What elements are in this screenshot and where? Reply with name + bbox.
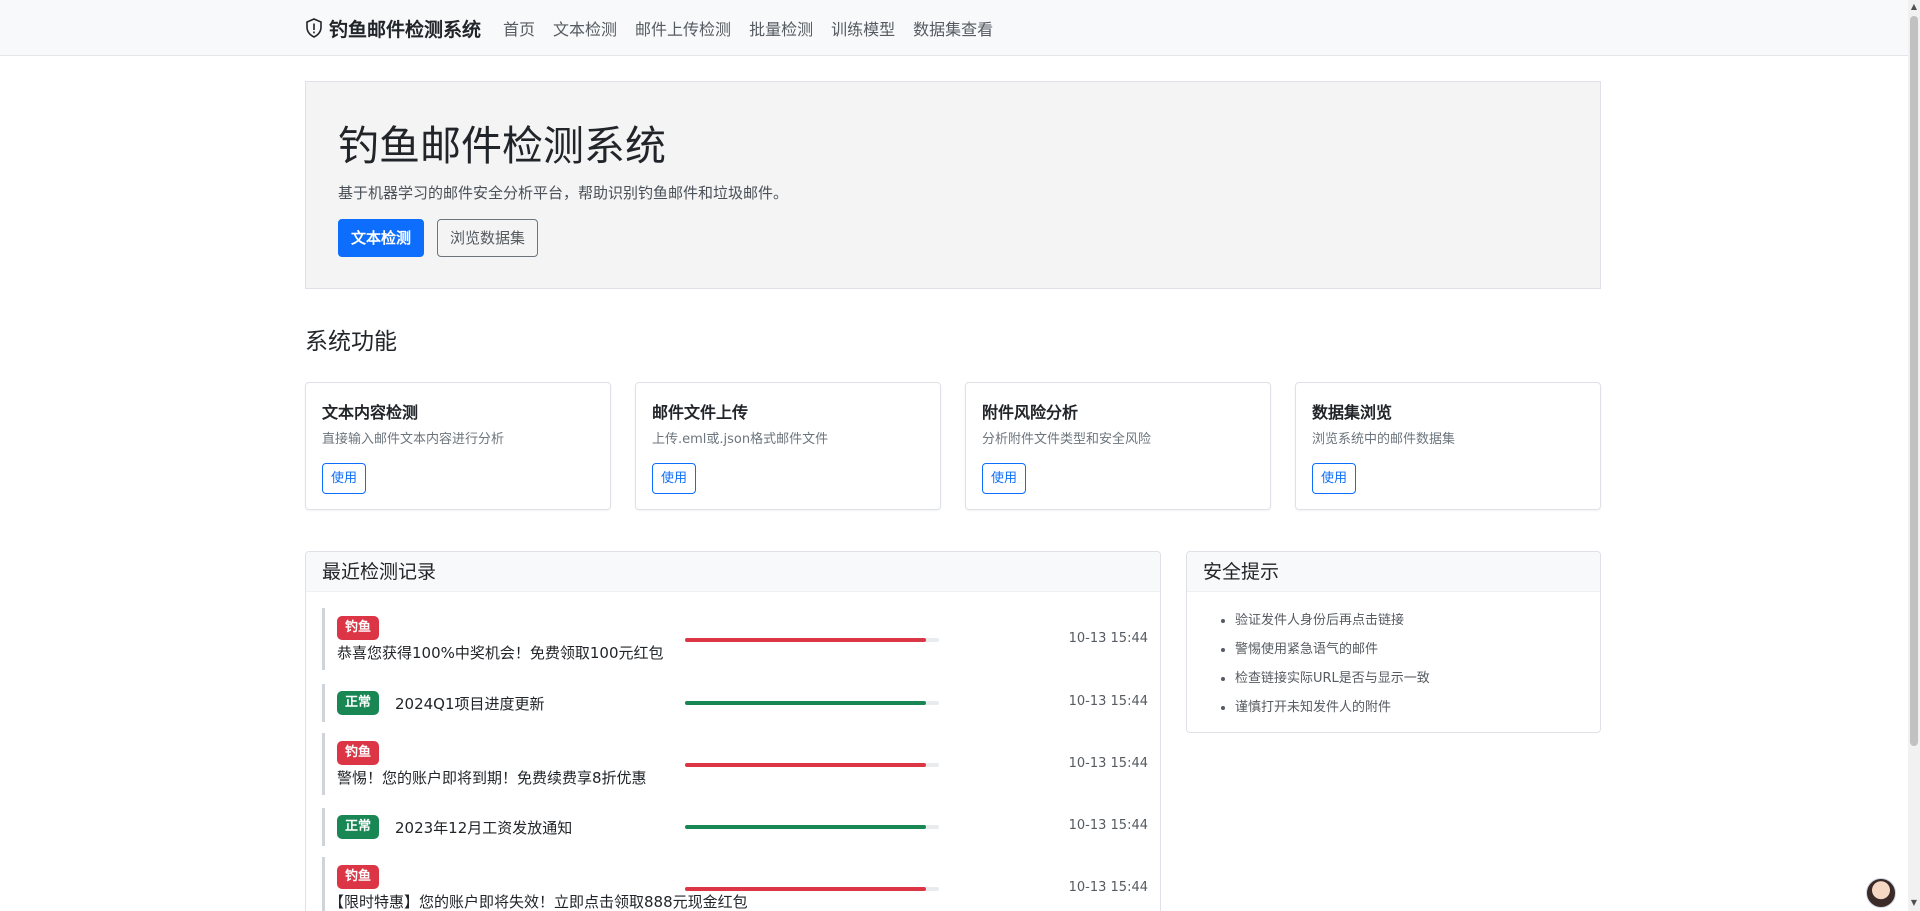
nav-train-model[interactable]: 训练模型 xyxy=(831,16,895,40)
tip-item: 谨慎打开未知发件人的附件 xyxy=(1235,696,1430,725)
security-tips-panel: 安全提示 验证发件人身份后再点击链接 警惕使用紧急语气的邮件 检查链接实际URL… xyxy=(1186,551,1601,733)
phishing-badge: 钓鱼 xyxy=(337,616,380,640)
record-item[interactable]: 钓鱼 警惕！您的账户即将到期！免费续费享8折优惠 10-13 15:44 xyxy=(322,733,1148,795)
hero-title: 钓鱼邮件检测系统 xyxy=(338,122,666,170)
feature-card-text: 文本内容检测 直接输入邮件文本内容进行分析 使用 xyxy=(305,382,611,510)
nav-home[interactable]: 首页 xyxy=(503,16,535,40)
brand-link[interactable]: 钓鱼邮件检测系统 xyxy=(305,15,481,42)
scroll-up-arrow-icon[interactable]: ▲ xyxy=(1909,2,1919,11)
confidence-bar xyxy=(685,887,939,891)
normal-badge: 正常 xyxy=(337,691,380,715)
use-dataset-button[interactable]: 使用 xyxy=(1312,463,1357,494)
record-item[interactable]: 正常 2024Q1项目进度更新 10-13 15:44 xyxy=(322,684,1148,722)
tip-item: 检查链接实际URL是否与显示一致 xyxy=(1235,667,1430,696)
feature-card-desc: 直接输入邮件文本内容进行分析 xyxy=(322,432,505,447)
use-attachment-button[interactable]: 使用 xyxy=(982,463,1027,494)
record-item[interactable]: 钓鱼 【限时特惠】您的账户即将失效！立即点击领取888元现金红包 10-13 1… xyxy=(322,857,1148,911)
record-time: 10-13 15:44 xyxy=(1068,631,1148,646)
record-time: 10-13 15:44 xyxy=(1068,880,1148,895)
record-time: 10-13 15:44 xyxy=(1068,818,1148,833)
use-text-detect-button[interactable]: 使用 xyxy=(322,463,367,494)
feature-card-attachment: 附件风险分析 分析附件文件类型和安全风险 使用 xyxy=(965,382,1271,510)
navbar-inner: 钓鱼邮件检测系统 首页 文本检测 邮件上传检测 批量检测 训练模型 数据集查看 xyxy=(305,0,1011,56)
hero-jumbotron: 钓鱼邮件检测系统 基于机器学习的邮件安全分析平台，帮助识别钓鱼邮件和垃圾邮件。 … xyxy=(305,81,1601,289)
navbar: 钓鱼邮件检测系统 首页 文本检测 邮件上传检测 批量检测 训练模型 数据集查看 xyxy=(0,0,1908,56)
record-item[interactable]: 钓鱼 恭喜您获得100%中奖机会！免费领取100元红包 10-13 15:44 xyxy=(322,608,1148,670)
feature-card-title: 邮件文件上传 xyxy=(652,403,749,422)
feature-card-title: 数据集浏览 xyxy=(1312,403,1393,422)
feature-card-desc: 浏览系统中的邮件数据集 xyxy=(1312,432,1456,447)
record-subject: 2024Q1项目进度更新 xyxy=(395,695,545,713)
scrollbar-thumb[interactable] xyxy=(1910,16,1918,746)
confidence-bar-fill xyxy=(685,887,927,891)
confidence-bar xyxy=(685,638,939,642)
tip-item: 验证发件人身份后再点击链接 xyxy=(1235,609,1430,638)
feature-card-desc: 分析附件文件类型和安全风险 xyxy=(982,432,1152,447)
nav-batch-detect[interactable]: 批量检测 xyxy=(749,16,813,40)
record-subject: 2023年12月工资发放通知 xyxy=(395,819,573,837)
tip-item: 警惕使用紧急语气的邮件 xyxy=(1235,638,1430,667)
browse-dataset-button[interactable]: 浏览数据集 xyxy=(437,219,539,257)
security-tips-title: 安全提示 xyxy=(1187,552,1600,592)
nav-dataset-view[interactable]: 数据集查看 xyxy=(913,16,993,40)
recent-records-panel: 最近检测记录 钓鱼 恭喜您获得100%中奖机会！免费领取100元红包 10-13… xyxy=(305,551,1161,911)
features-title: 系统功能 xyxy=(305,329,397,355)
hero-subtitle: 基于机器学习的邮件安全分析平台，帮助识别钓鱼邮件和垃圾邮件。 xyxy=(338,184,789,202)
record-time: 10-13 15:44 xyxy=(1068,756,1148,771)
feature-card-title: 文本内容检测 xyxy=(322,403,419,422)
nav-text-detect[interactable]: 文本检测 xyxy=(553,16,617,40)
normal-badge: 正常 xyxy=(337,815,380,839)
scroll-down-arrow-icon[interactable]: ▼ xyxy=(1909,898,1919,907)
confidence-bar-fill xyxy=(685,763,927,767)
text-detect-button[interactable]: 文本检测 xyxy=(338,219,425,257)
feature-card-upload: 邮件文件上传 上传.eml或.json格式邮件文件 使用 xyxy=(635,382,941,510)
confidence-bar-fill xyxy=(685,825,927,829)
feature-card-desc: 上传.eml或.json格式邮件文件 xyxy=(652,432,829,447)
record-time: 10-13 15:44 xyxy=(1068,694,1148,709)
brand-text: 钓鱼邮件检测系统 xyxy=(329,18,482,41)
tips-list: 验证发件人身份后再点击链接 警惕使用紧急语气的邮件 检查链接实际URL是否与显示… xyxy=(1235,609,1430,725)
confidence-bar xyxy=(685,825,939,829)
record-subject: 【限时特惠】您的账户即将失效！立即点击领取888元现金红包 xyxy=(329,893,748,911)
confidence-bar xyxy=(685,763,939,767)
feature-card-title: 附件风险分析 xyxy=(982,403,1079,422)
confidence-bar xyxy=(685,701,939,705)
confidence-bar-fill xyxy=(685,638,927,642)
record-subject: 警惕！您的账户即将到期！免费续费享8折优惠 xyxy=(337,769,647,787)
recent-records-title: 最近检测记录 xyxy=(306,552,1160,592)
record-subject: 恭喜您获得100%中奖机会！免费领取100元红包 xyxy=(337,644,664,662)
record-item[interactable]: 正常 2023年12月工资发放通知 10-13 15:44 xyxy=(322,808,1148,846)
assistant-avatar[interactable] xyxy=(1866,878,1896,908)
feature-card-dataset: 数据集浏览 浏览系统中的邮件数据集 使用 xyxy=(1295,382,1601,510)
shield-exclamation-icon xyxy=(306,18,322,38)
confidence-bar-fill xyxy=(685,701,927,705)
use-upload-button[interactable]: 使用 xyxy=(652,463,697,494)
phishing-badge: 钓鱼 xyxy=(337,741,380,765)
phishing-badge: 钓鱼 xyxy=(337,865,380,889)
nav-upload-detect[interactable]: 邮件上传检测 xyxy=(635,16,731,40)
